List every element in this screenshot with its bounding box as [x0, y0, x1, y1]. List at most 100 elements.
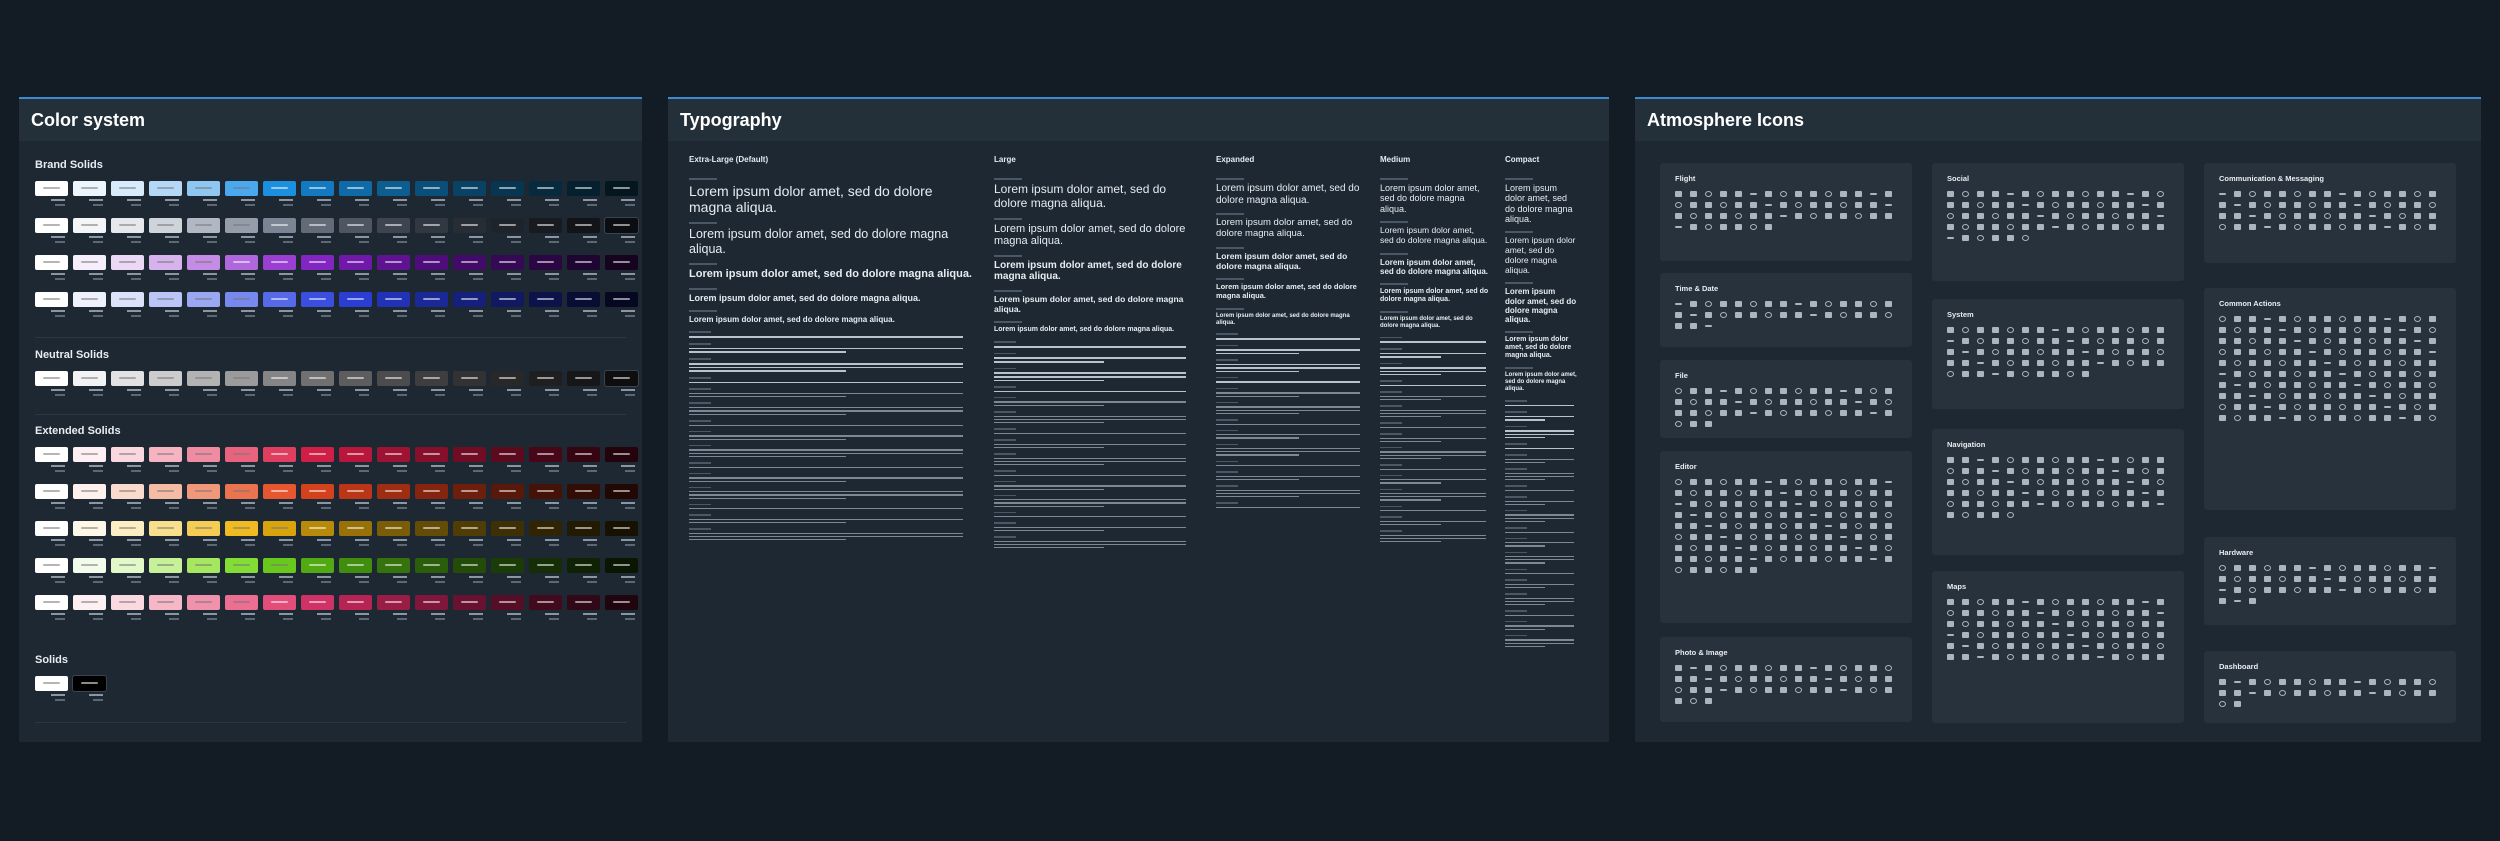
atmosphere-icon[interactable]	[1795, 213, 1802, 219]
color-swatch[interactable]	[605, 447, 638, 477]
atmosphere-icon[interactable]	[1840, 479, 1847, 485]
atmosphere-icon[interactable]	[2324, 393, 2331, 399]
atmosphere-icon[interactable]	[2112, 643, 2119, 649]
atmosphere-icon[interactable]	[1765, 191, 1772, 197]
atmosphere-icon[interactable]	[1780, 410, 1787, 416]
color-swatch[interactable]	[301, 484, 334, 514]
atmosphere-icon[interactable]	[2219, 576, 2226, 582]
atmosphere-icon[interactable]	[2369, 349, 2376, 355]
atmosphere-icon[interactable]	[2339, 202, 2346, 208]
atmosphere-icon[interactable]	[2142, 601, 2149, 603]
atmosphere-icon[interactable]	[1885, 534, 1892, 540]
color-swatch[interactable]	[149, 255, 182, 285]
atmosphere-icon[interactable]	[1780, 388, 1787, 394]
atmosphere-icon[interactable]	[2037, 599, 2044, 605]
atmosphere-icon[interactable]	[2052, 490, 2059, 496]
atmosphere-icon[interactable]	[2429, 415, 2436, 421]
atmosphere-icon[interactable]	[1750, 399, 1757, 405]
atmosphere-icon[interactable]	[1780, 523, 1787, 529]
atmosphere-icon[interactable]	[1675, 490, 1682, 496]
atmosphere-icon[interactable]	[2219, 382, 2226, 388]
atmosphere-icon[interactable]	[1870, 388, 1877, 394]
atmosphere-icon[interactable]	[2022, 213, 2029, 219]
atmosphere-icon[interactable]	[1765, 523, 1772, 529]
color-swatch[interactable]	[35, 447, 68, 477]
atmosphere-icon[interactable]	[2294, 371, 2301, 377]
color-swatch[interactable]	[415, 255, 448, 285]
atmosphere-icon[interactable]	[1780, 492, 1787, 494]
atmosphere-icon[interactable]	[2384, 690, 2391, 696]
atmosphere-icon[interactable]	[1690, 667, 1697, 669]
atmosphere-icon[interactable]	[2399, 329, 2406, 331]
atmosphere-icon[interactable]	[2127, 360, 2134, 366]
atmosphere-icon[interactable]	[1825, 665, 1832, 671]
atmosphere-icon[interactable]	[1962, 654, 1969, 660]
atmosphere-icon[interactable]	[2309, 567, 2316, 569]
atmosphere-icon[interactable]	[2414, 382, 2421, 388]
atmosphere-icon[interactable]	[2127, 224, 2134, 230]
atmosphere-icon[interactable]	[2037, 621, 2044, 627]
atmosphere-icon[interactable]	[2219, 316, 2226, 322]
atmosphere-icon[interactable]	[2234, 338, 2241, 344]
atmosphere-icon[interactable]	[2354, 191, 2361, 197]
atmosphere-icon[interactable]	[1977, 371, 1984, 377]
atmosphere-icon[interactable]	[1962, 202, 1969, 208]
atmosphere-icon[interactable]	[2399, 360, 2406, 366]
atmosphere-icon[interactable]	[2112, 213, 2119, 219]
atmosphere-icon[interactable]	[2429, 690, 2436, 696]
atmosphere-icon[interactable]	[1675, 523, 1682, 529]
atmosphere-icon[interactable]	[2324, 224, 2331, 230]
atmosphere-icon[interactable]	[2037, 643, 2044, 649]
atmosphere-icon[interactable]	[2142, 501, 2149, 507]
atmosphere-icon[interactable]	[2369, 215, 2376, 217]
atmosphere-icon[interactable]	[2324, 690, 2331, 696]
atmosphere-icon[interactable]	[1795, 665, 1802, 671]
atmosphere-icon[interactable]	[2264, 587, 2271, 593]
atmosphere-icon[interactable]	[2007, 643, 2014, 649]
atmosphere-icon[interactable]	[1962, 213, 1969, 219]
atmosphere-icon[interactable]	[1855, 479, 1862, 485]
atmosphere-icon[interactable]	[1720, 490, 1727, 496]
atmosphere-icon[interactable]	[2369, 692, 2376, 694]
atmosphere-icon[interactable]	[1810, 676, 1817, 682]
atmosphere-icon[interactable]	[1840, 399, 1847, 405]
atmosphere-icon[interactable]	[1947, 610, 1954, 616]
atmosphere-icon[interactable]	[1765, 501, 1772, 507]
atmosphere-icon[interactable]	[1675, 421, 1682, 427]
atmosphere-icon[interactable]	[2142, 457, 2149, 463]
atmosphere-icon[interactable]	[2082, 351, 2089, 353]
atmosphere-icon[interactable]	[1780, 399, 1787, 405]
atmosphere-icon[interactable]	[1947, 371, 1954, 377]
atmosphere-icon[interactable]	[1705, 512, 1712, 518]
atmosphere-icon[interactable]	[2324, 327, 2331, 333]
color-swatch[interactable]	[605, 484, 638, 514]
atmosphere-icon[interactable]	[1690, 202, 1697, 208]
atmosphere-icon[interactable]	[2112, 610, 2119, 616]
atmosphere-icon[interactable]	[1947, 340, 1954, 342]
atmosphere-icon[interactable]	[1810, 388, 1817, 394]
atmosphere-icon[interactable]	[1855, 556, 1862, 562]
atmosphere-icon[interactable]	[1735, 312, 1742, 318]
atmosphere-icon[interactable]	[1675, 213, 1682, 219]
atmosphere-icon[interactable]	[1810, 301, 1817, 307]
atmosphere-icon[interactable]	[2384, 587, 2391, 593]
color-swatch[interactable]	[415, 292, 448, 322]
atmosphere-icon[interactable]	[1795, 556, 1802, 562]
atmosphere-icon[interactable]	[1720, 224, 1727, 230]
atmosphere-icon[interactable]	[2112, 457, 2119, 463]
atmosphere-icon[interactable]	[1992, 470, 1999, 472]
atmosphere-icon[interactable]	[1705, 224, 1712, 230]
atmosphere-icon[interactable]	[1750, 213, 1757, 219]
atmosphere-icon[interactable]	[2309, 213, 2316, 219]
atmosphere-icon[interactable]	[2097, 191, 2104, 197]
atmosphere-icon[interactable]	[2037, 371, 2044, 377]
atmosphere-icon[interactable]	[1977, 459, 1984, 461]
atmosphere-icon[interactable]	[2127, 327, 2134, 333]
color-swatch[interactable]	[35, 521, 68, 551]
color-swatch[interactable]	[35, 255, 68, 285]
atmosphere-icon[interactable]	[1720, 410, 1727, 416]
color-swatch[interactable]	[567, 292, 600, 322]
atmosphere-icon[interactable]	[1947, 213, 1954, 219]
atmosphere-icon[interactable]	[1750, 412, 1757, 414]
color-swatch[interactable]	[111, 371, 144, 401]
